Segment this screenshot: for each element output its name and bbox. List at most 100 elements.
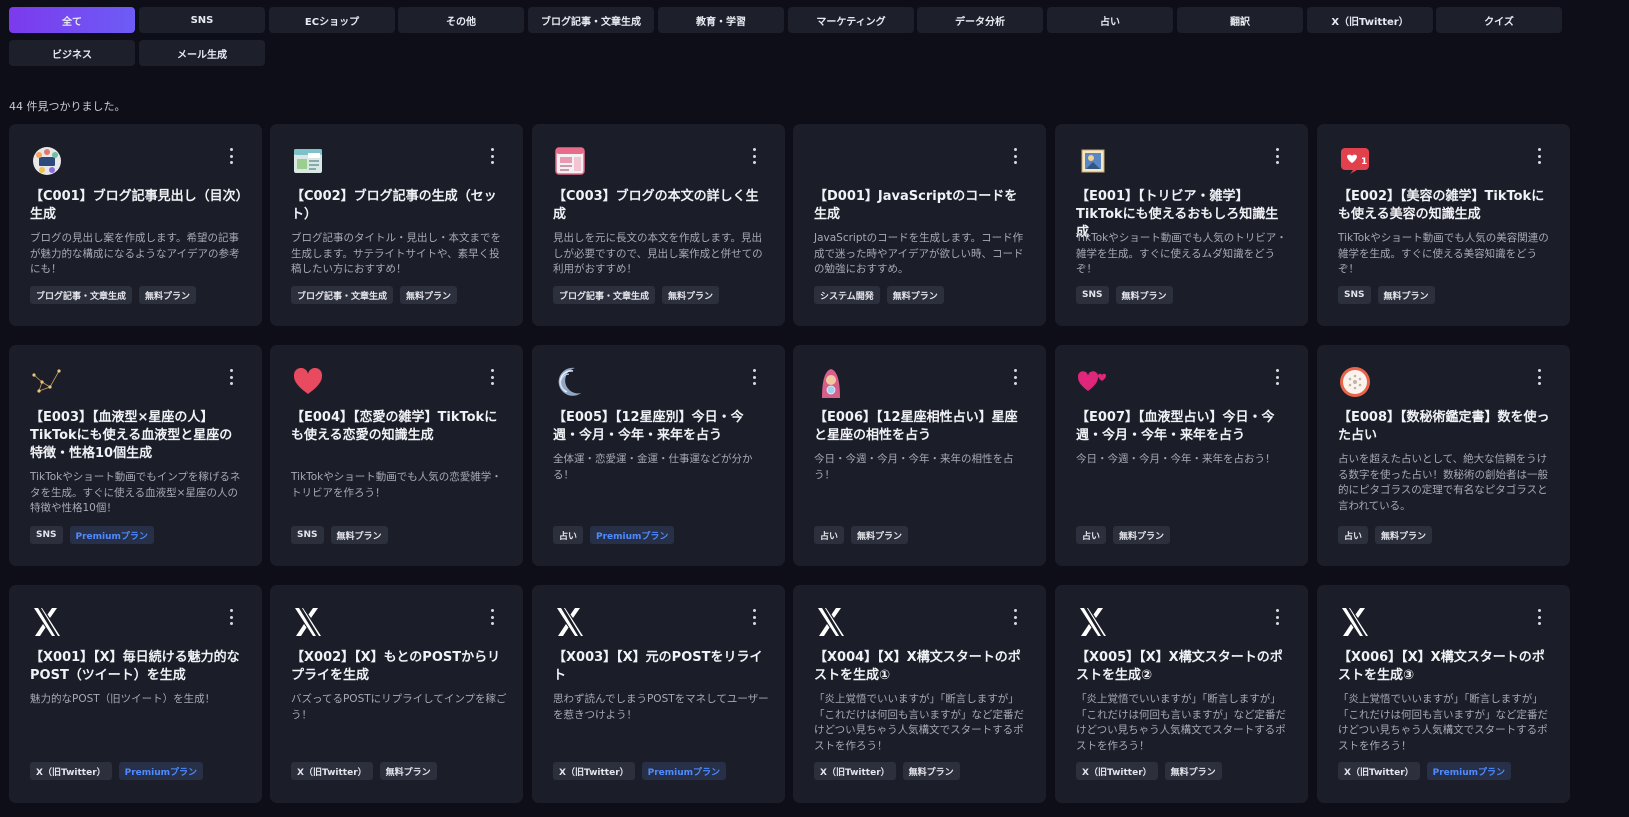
prompt-card[interactable]: 【E001】【トリビア・雑学】TikTokにも使えるおもしろ知識生成 TikTok… bbox=[1055, 124, 1308, 326]
more-options-icon[interactable] bbox=[749, 367, 759, 387]
filter-fortune[interactable]: 占い bbox=[1047, 7, 1173, 33]
card-title: 【X002】【X】もとのPOSTからリプライを生成 bbox=[291, 650, 501, 683]
card-title: 【X003】【X】元のPOSTをリライト bbox=[553, 650, 763, 683]
x-logo-icon bbox=[553, 605, 587, 639]
filter-x-twitter[interactable]: X（旧Twitter） bbox=[1307, 7, 1433, 33]
prompt-card[interactable]: 【X001】【X】毎日続ける魅力的なPOST（ツイート）を生成 魅力的なPOST（… bbox=[9, 585, 262, 803]
prompt-card[interactable]: 【E008】【数秘術鑑定書】数を使った占い 占いを超えた占いとして、絶大な信頼をう… bbox=[1317, 345, 1570, 566]
more-options-icon[interactable] bbox=[1272, 367, 1282, 387]
card-tags: X（旧Twitter） Premiumプラン bbox=[1338, 762, 1512, 780]
plan-tag: 無料プラン bbox=[1377, 286, 1435, 304]
card-tags: X（旧Twitter） 無料プラン bbox=[291, 762, 437, 780]
prompt-card[interactable]: 【E006】【12星座相性占い】星座と星座の相性を占う 今日・今週・今月・今年・来… bbox=[793, 345, 1046, 566]
filter-all[interactable]: 全て bbox=[9, 7, 135, 33]
card-title: 【X004】【X】X構文スタートのポストを生成① bbox=[814, 650, 1021, 683]
more-options-icon[interactable] bbox=[1534, 367, 1544, 387]
card-title: 【E005】【12星座別】今日・今週・今月・今年・来年を占う bbox=[553, 410, 744, 443]
card-title: 【E002】【美容の雑学】TikTokにも使える美容の知識生成 bbox=[1338, 189, 1545, 222]
card-title: 【E007】【血液型占い】今日・今週・今月・今年・来年を占う bbox=[1076, 410, 1275, 443]
prompt-card[interactable]: 【E005】【12星座別】今日・今週・今月・今年・来年を占う全体運・恋愛運・金運… bbox=[532, 345, 785, 566]
prompt-card[interactable]: 【X003】【X】元のPOSTをリライト思わず読んでしまうPOSTをマネしてユー… bbox=[532, 585, 785, 803]
card-description: 思わず読んでしまうPOSTをマネしてユーザーを惹きつけよう！ bbox=[553, 693, 769, 721]
card-title: 【X001】【X】毎日続ける魅力的なPOST（ツイート）を生成 bbox=[30, 650, 240, 683]
more-options-icon[interactable] bbox=[1272, 146, 1282, 166]
filter-sns[interactable]: SNS bbox=[139, 7, 265, 33]
prompt-card[interactable]: 【C001】ブログ記事見出し（目次）生成 ブログの見出し案を作成します。希望の記事… bbox=[9, 124, 262, 326]
filter-translation[interactable]: 翻訳 bbox=[1177, 7, 1303, 33]
plan-tag: 無料プラン bbox=[1375, 526, 1433, 544]
prompt-card[interactable]: 【X005】【X】X構文スタートのポストを生成② 「炎上覚悟でいいますが」「断言し… bbox=[1055, 585, 1308, 803]
filter-business[interactable]: ビジネス bbox=[9, 40, 135, 66]
more-options-icon[interactable] bbox=[1534, 607, 1544, 627]
card-description: 今日・今週・今月・今年・来年を占おう！ bbox=[1076, 453, 1276, 465]
filter-education[interactable]: 教育・学習 bbox=[658, 7, 784, 33]
prompt-card[interactable]: 【E004】【恋愛の雑学】TikTokにも使える恋愛の知識生成 TikTokやショ… bbox=[270, 345, 523, 566]
prompt-card[interactable]: 【C002】ブログ記事の生成（セット） ブログ記事のタイトル・見出し・本文までを生… bbox=[270, 124, 523, 326]
filter-email[interactable]: メール生成 bbox=[139, 40, 265, 66]
card-title: 【C002】ブログ記事の生成（セット） bbox=[291, 189, 497, 222]
more-options-icon[interactable] bbox=[226, 146, 236, 166]
more-options-icon[interactable] bbox=[749, 146, 759, 166]
category-tag: 占い bbox=[1076, 526, 1107, 544]
plan-tag: 無料プラン bbox=[902, 762, 960, 780]
card-tags: 占い 無料プラン bbox=[814, 526, 909, 544]
more-options-icon[interactable] bbox=[487, 367, 497, 387]
heart-icon bbox=[291, 365, 325, 399]
category-tag: SNS bbox=[291, 526, 324, 544]
filter-blog-writing[interactable]: ブログ記事・文章生成 bbox=[528, 7, 654, 33]
card-tags: SNS 無料プラン bbox=[1338, 286, 1435, 304]
more-options-icon[interactable] bbox=[1010, 146, 1020, 166]
filter-data-analysis[interactable]: データ分析 bbox=[917, 7, 1043, 33]
filter-other[interactable]: その他 bbox=[398, 7, 524, 33]
card-tags: X（旧Twitter） Premiumプラン bbox=[553, 762, 727, 780]
card-title: 【X005】【X】X構文スタートのポストを生成② bbox=[1076, 650, 1283, 683]
prompt-card[interactable]: 1 【E002】【美容の雑学】TikTokにも使える美容の知識生成 TikTokやシ… bbox=[1317, 124, 1570, 326]
card-title: 【E006】【12星座相性占い】星座と星座の相性を占う bbox=[814, 410, 1018, 443]
more-options-icon[interactable] bbox=[226, 367, 236, 387]
category-tag: SNS bbox=[1338, 286, 1371, 304]
plan-tag: 無料プラン bbox=[330, 526, 388, 544]
card-tags: X（旧Twitter） Premiumプラン bbox=[30, 762, 204, 780]
fortune-teller-icon bbox=[814, 365, 848, 399]
x-logo-icon bbox=[1338, 605, 1372, 639]
x-logo-icon bbox=[1076, 605, 1110, 639]
category-tag: ブログ記事・文章生成 bbox=[291, 286, 394, 304]
prompt-card[interactable]: 【E003】【血液型×星座の人】TikTokにも使える血液型と星座の特徴・性格1… bbox=[9, 345, 262, 566]
more-options-icon[interactable] bbox=[226, 607, 236, 627]
card-title: 【E003】【血液型×星座の人】TikTokにも使える血液型と星座の特徴・性格1… bbox=[30, 410, 233, 461]
more-options-icon[interactable] bbox=[487, 607, 497, 627]
card-description: 全体運・恋愛運・金運・仕事運などが分かる！ bbox=[553, 453, 753, 481]
prompt-card[interactable]: 【C003】ブログの本文の詳しく生成 見出しを元に長文の本文を作成します。見出しが… bbox=[532, 124, 785, 326]
card-description: 「炎上覚悟でいいますが」「断言しますが」「これだけは何回も言いますが」など定番だ… bbox=[814, 693, 1024, 752]
x-logo-icon bbox=[30, 605, 64, 639]
hearts-icon bbox=[1076, 365, 1110, 399]
plan-tag: 無料プラン bbox=[851, 526, 909, 544]
card-tags: X（旧Twitter） 無料プラン bbox=[1076, 762, 1222, 780]
card-description: JavaScriptのコードを生成します。コード作成で迷った時やアイデアが欲しい… bbox=[814, 232, 1024, 275]
more-options-icon[interactable] bbox=[1272, 607, 1282, 627]
prompt-card[interactable]: 【E007】【血液型占い】今日・今週・今月・今年・来年を占う今日・今週・今月・今… bbox=[1055, 345, 1308, 566]
prompt-card[interactable]: 【X004】【X】X構文スタートのポストを生成① 「炎上覚悟でいいますが」「断言し… bbox=[793, 585, 1046, 803]
filter-ec-shop[interactable]: ECショップ bbox=[269, 7, 395, 33]
filter-marketing[interactable]: マーケティング bbox=[788, 7, 914, 33]
card-title: 【E008】【数秘術鑑定書】数を使った占い bbox=[1338, 410, 1550, 443]
prompt-card[interactable]: 【X002】【X】もとのPOSTからリプライを生成 バズってるPOSTにリプライし… bbox=[270, 585, 523, 803]
plan-tag: Premiumプラン bbox=[69, 526, 154, 544]
card-tags: ブログ記事・文章生成 無料プラン bbox=[553, 286, 720, 304]
more-options-icon[interactable] bbox=[487, 146, 497, 166]
card-tags: ブログ記事・文章生成 無料プラン bbox=[291, 286, 458, 304]
filter-quiz[interactable]: クイズ bbox=[1436, 7, 1562, 33]
prompt-card[interactable]: 【D001】JavaScriptのコードを生成 JavaScriptのコードを生成… bbox=[793, 124, 1046, 326]
card-title: 【X006】【X】X構文スタートのポストを生成③ bbox=[1338, 650, 1545, 683]
prompt-card[interactable]: 【X006】【X】X構文スタートのポストを生成③ 「炎上覚悟でいいますが」「断言し… bbox=[1317, 585, 1570, 803]
more-options-icon[interactable] bbox=[1010, 607, 1020, 627]
plan-tag: 無料プラン bbox=[139, 286, 197, 304]
more-options-icon[interactable] bbox=[1534, 146, 1544, 166]
card-tags: X（旧Twitter） 無料プラン bbox=[814, 762, 960, 780]
card-description: TikTokやショート動画でもインプを稼げるネタを生成。すぐに使える血液型×星座… bbox=[30, 471, 241, 514]
category-tag: X（旧Twitter） bbox=[1338, 762, 1420, 780]
more-options-icon[interactable] bbox=[1010, 367, 1020, 387]
card-tags: システム開発 無料プラン bbox=[814, 286, 944, 304]
card-description: 見出しを元に長文の本文を作成します。見出しが必要ですので、見出し案作成と併せての… bbox=[553, 232, 763, 275]
more-options-icon[interactable] bbox=[749, 607, 759, 627]
